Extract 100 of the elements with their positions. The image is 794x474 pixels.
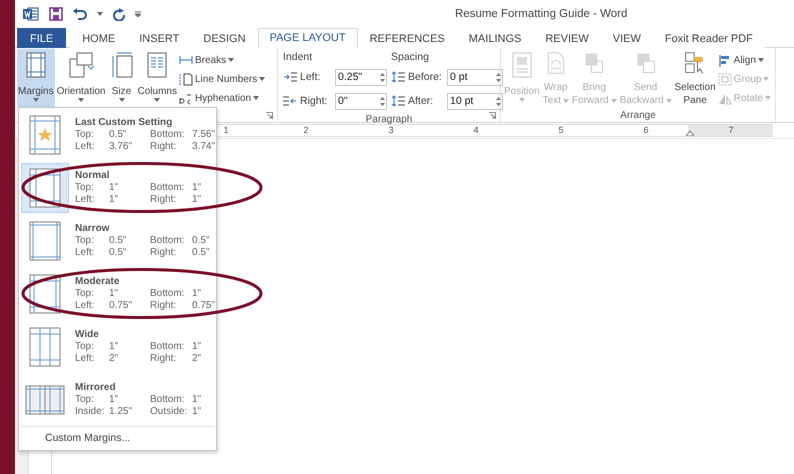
selection-button[interactable]: Selection Pane [674,49,717,107]
dialog-launcher-icon[interactable] [266,112,273,119]
indent-field[interactable]: 0.25" [335,68,387,86]
spacing-heading: Spacing [391,50,430,65]
margin-label: Right: [150,247,178,259]
file-tab[interactable]: FILE [17,28,66,48]
margin-label: Top: [75,129,95,141]
margin-label: Top: [75,394,95,406]
field-label: Before: [408,71,443,83]
columns-button[interactable]: Columns [136,49,178,107]
preset-name: Wide [75,328,100,341]
margin-label: Top: [75,341,95,353]
spinner-arrows-icon[interactable] [495,70,502,84]
margin-value: 0.5" [109,235,128,247]
spacing-field[interactable]: 10 pt [447,92,503,110]
caret-icon [228,58,234,62]
margin-value: 0.5" [192,247,210,259]
preset-name: Last Custom Setting [75,116,174,129]
ribbon-tab[interactable]: REFERENCES [358,28,457,48]
spinner-arrows-icon[interactable] [379,70,386,84]
preset-name: Moderate [75,275,120,288]
hyphenation-button[interactable]: Hyphenation [178,90,266,106]
caret-icon [765,96,772,100]
margin-label: Inside: [75,406,106,418]
margin-preset[interactable]: Last Custom Setting Top: 0.5" Bottom: 7.56" Left: 3.76" Right: 3.74" [19,108,216,161]
margin-value: 3.74" [192,141,216,153]
margin-value: 1" [192,394,202,406]
margin-value: 0.75" [109,300,134,312]
margin-preset[interactable]: Narrow Top: 0.5" Bottom: 0.5" Left: 0.5" Right: 0.5" [19,214,216,267]
indent-field[interactable]: 0" [335,92,387,110]
margin-label: Left: [75,141,96,153]
line-numbers-button[interactable]: Line Numbers [178,71,266,87]
ruler-number: 6 [644,125,648,136]
margin-label: Right: [150,353,178,365]
caret-icon [78,98,84,102]
margin-value: 1" [192,288,202,300]
field-label: Right: [300,95,328,107]
margin-preset[interactable]: Wide Top: 1" Bottom: 1" Left: 2" Right: 2" [19,320,216,373]
margin-value: 0.5" [109,129,128,141]
field-label: Left: [300,71,322,83]
size-button[interactable]: Size [108,49,136,107]
margin-value: 1" [109,341,120,353]
spinner-arrows-icon[interactable] [379,94,386,108]
group-icon [718,72,732,86]
caret-icon [518,98,525,102]
save-icon[interactable] [49,7,63,21]
margin-preset[interactable]: Moderate Top: 1" Bottom: 1" Left: 0.75" Right: 0.75" [19,267,216,320]
align-icon [718,54,732,66]
facing-pages-icon [25,384,65,414]
margin-label: Bottom: [150,394,186,406]
margin-value: 1" [109,394,120,406]
margin-preset[interactable]: Normal Top: 1" Bottom: 1" Left: 1" Right: 1" [19,161,216,214]
ribbon-tab[interactable]: PAGE LAYOUT [258,28,358,48]
caret-icon [610,98,617,102]
indent-icon [283,95,297,107]
margin-label: Bottom: [150,129,186,141]
spacing-field[interactable]: 0 pt [447,68,503,86]
margin-label: Outside: [150,406,188,418]
customize-toolbar-icon[interactable] [135,11,141,17]
indent-heading: Indent [283,50,314,65]
window-title: Resume Formatting Guide - Word [455,8,628,20]
caret-icon [253,96,260,100]
undo-icon[interactable] [73,8,87,20]
align-button[interactable]: Align [718,52,772,68]
caret-icon [758,58,764,62]
redo-icon[interactable] [113,8,125,20]
breaks-icon [178,54,193,66]
preset-name: Mirrored [75,381,117,394]
margin-label: Bottom: [150,235,186,247]
margin-label: Top: [75,288,95,300]
spinner-arrows-icon[interactable] [495,94,502,108]
margin-label: Right: [150,194,178,206]
dialog-launcher-icon[interactable] [489,112,496,119]
word-logo-icon[interactable] [23,7,39,21]
margin-value: 1" [192,194,202,206]
margin-value: 0.5" [109,247,128,259]
indent-marker-icon[interactable] [686,130,694,136]
margin-value: 1.25" [109,406,134,418]
margin-value: 7.56" [192,129,216,141]
line-spacing-icon [391,71,405,83]
custom-margins-item[interactable]: Custom Margins... [19,427,216,450]
page-margins-icon [29,326,61,366]
field-label: After: [408,95,434,107]
margin-value: 1" [109,194,120,206]
margin-value: 1" [192,182,202,194]
margin-value: 2" [192,353,202,365]
caret-icon [763,77,770,81]
orientation-button[interactable]: Orientation [56,49,106,107]
margin-value: 1" [192,341,202,353]
margin-value: 1" [109,288,120,300]
margin-value: 3.76" [109,141,134,153]
margins-button[interactable]: Margins [17,49,55,107]
margin-preset[interactable]: Mirrored Top: 1" Bottom: 1" Inside: 1.25" Outside: 1" [19,373,216,426]
ruler-number: 1 [224,125,228,136]
preset-name: Narrow [75,222,110,235]
breaks-button[interactable]: Breaks [178,52,266,68]
group-label: Paragraph [366,113,412,126]
margin-label: Left: [75,194,96,206]
line-spacing-icon [391,95,405,107]
page-margins-icon [29,220,61,260]
